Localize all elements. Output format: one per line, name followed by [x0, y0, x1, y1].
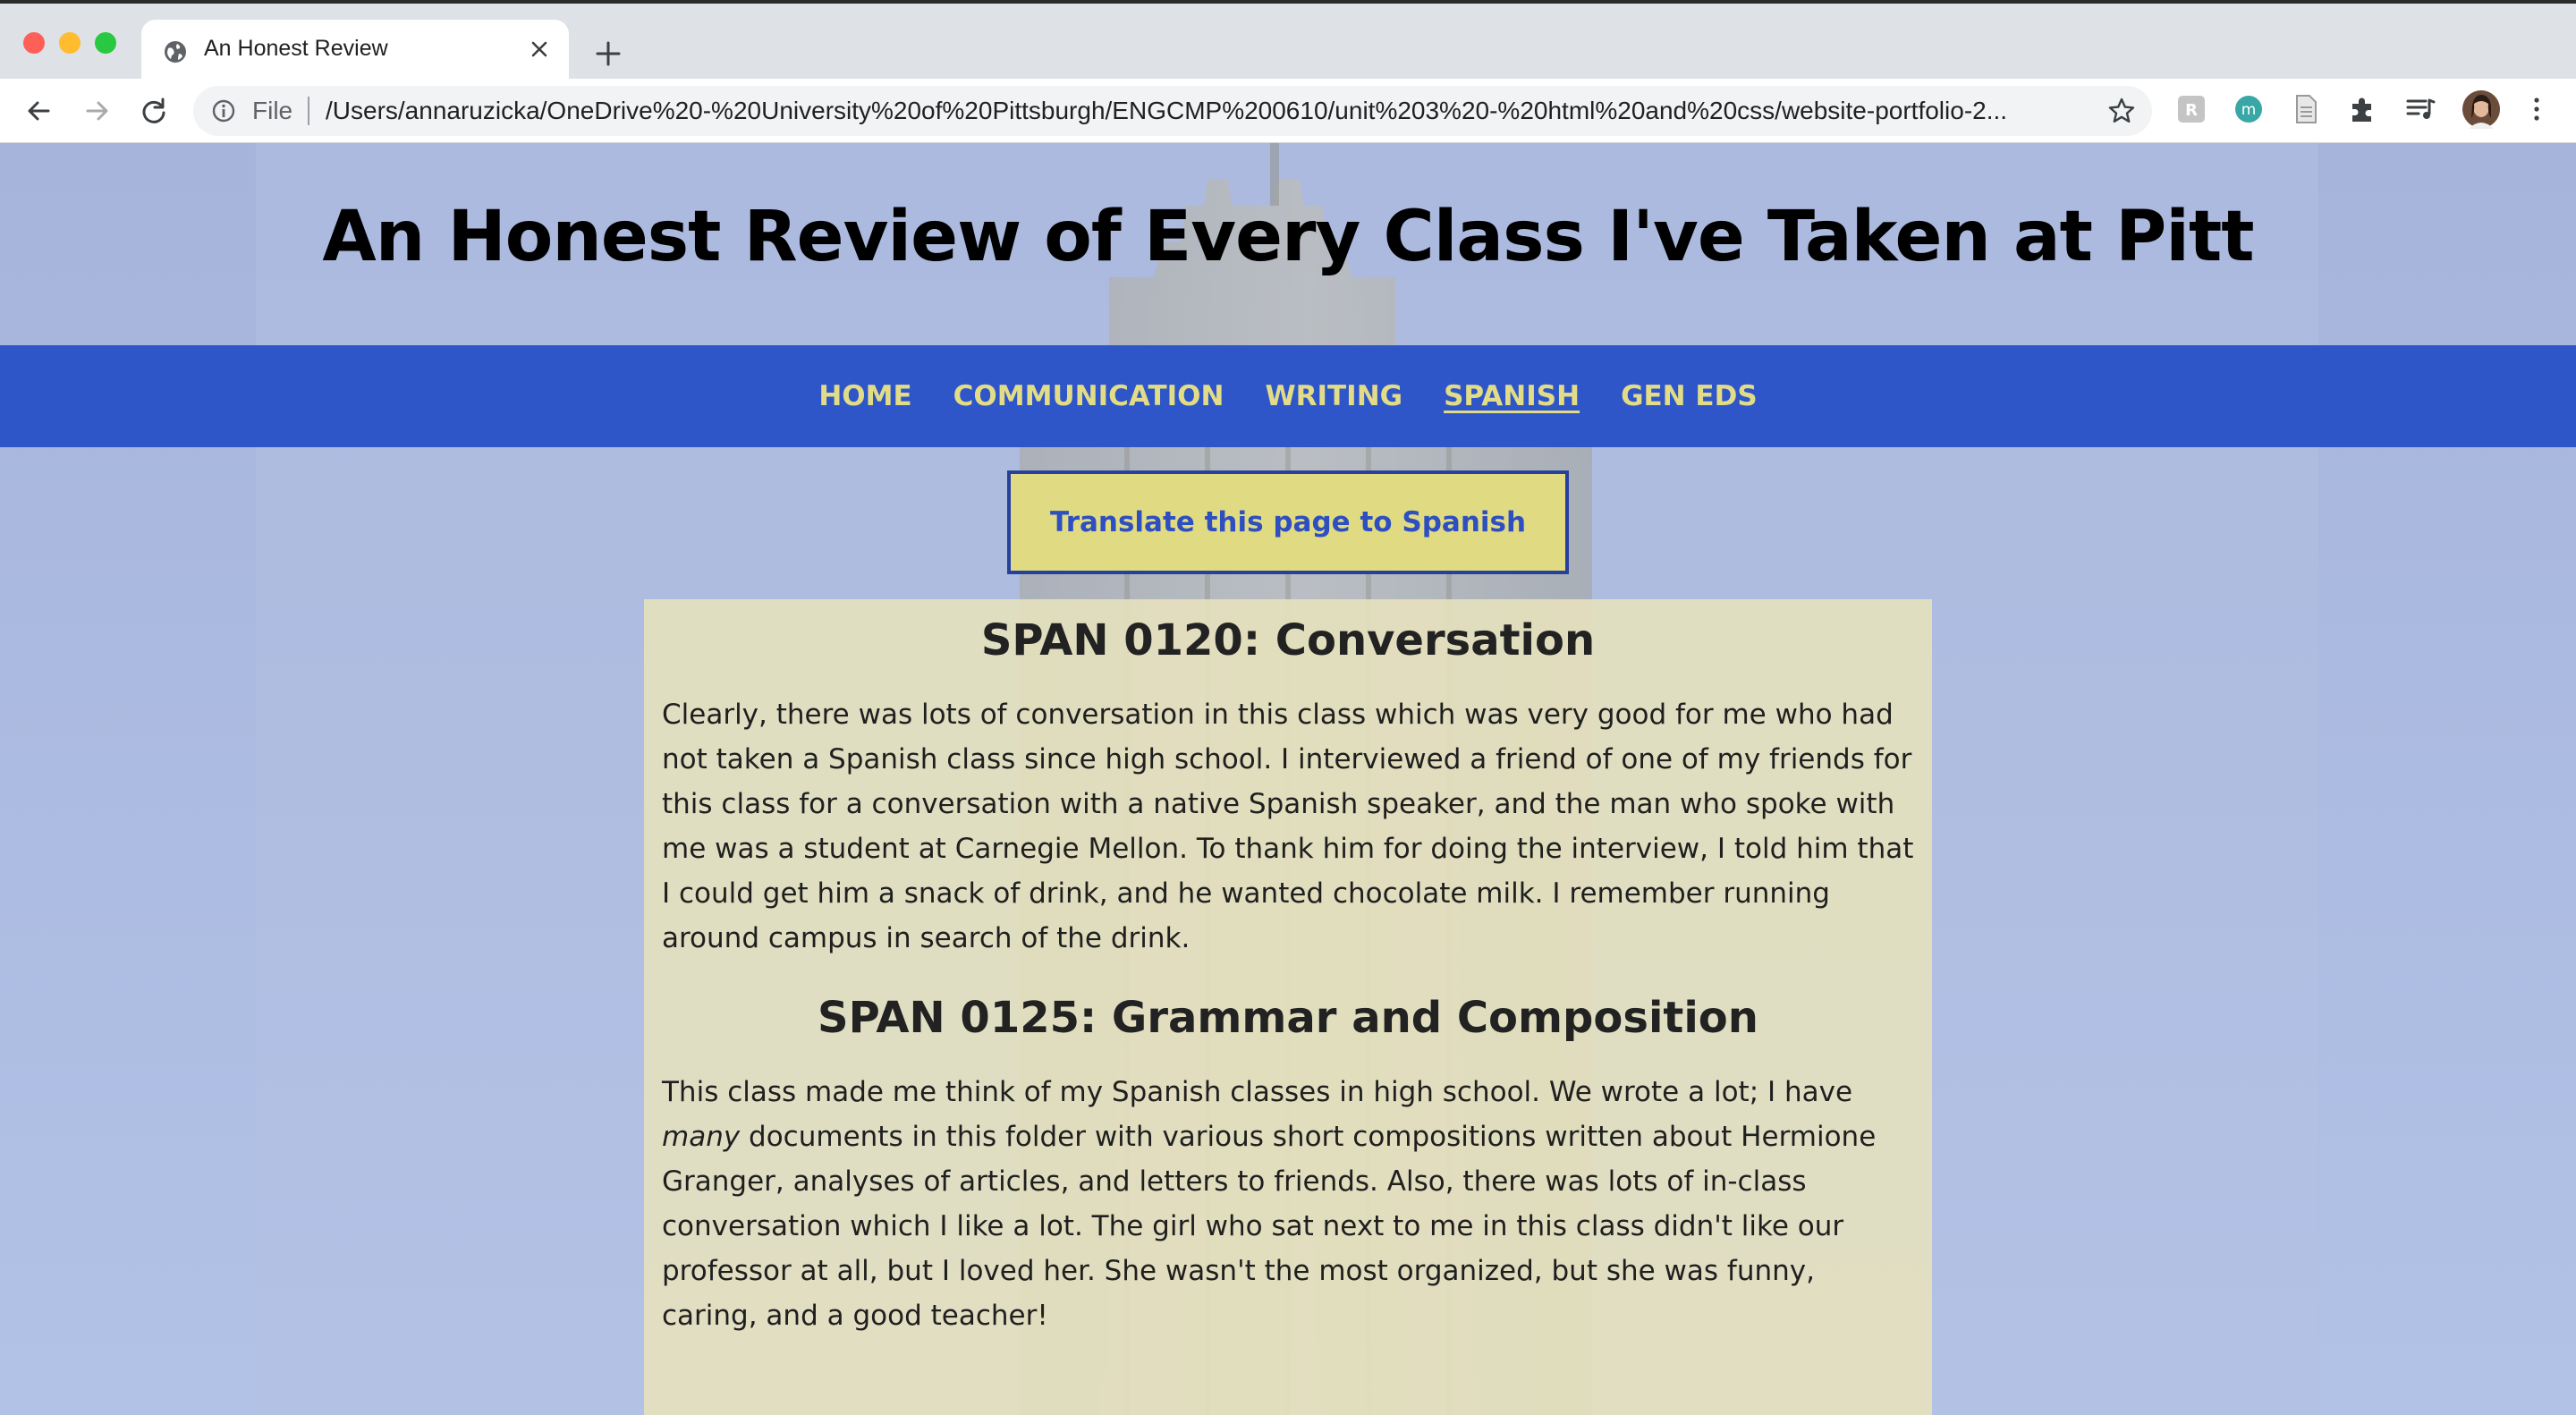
browser-tab[interactable]: An Honest Review [141, 20, 569, 82]
back-arrow-icon[interactable] [21, 93, 57, 129]
site-title: An Honest Review of Every Class I've Tak… [322, 197, 2254, 277]
section-heading: SPAN 0120: Conversation [980, 615, 1596, 665]
reload-icon[interactable] [136, 93, 172, 129]
svg-text:R: R [2185, 101, 2198, 120]
fullscreen-window-button[interactable] [95, 32, 116, 54]
body-text: This class made me think of my Spanish c… [662, 1076, 1853, 1108]
nav-link-spanish[interactable]: SPANISH [1444, 380, 1580, 412]
svg-text:m: m [2241, 101, 2257, 119]
translate-extension-icon[interactable]: R [2175, 93, 2207, 125]
nav-link-gen-eds[interactable]: GEN EDS [1621, 380, 1758, 412]
section-body: This class made me think of my Spanish c… [662, 1070, 1914, 1338]
section-heading: SPAN 0125: Grammar and Composition [818, 993, 1758, 1043]
tab-title: An Honest Review [204, 36, 388, 61]
profile-avatar[interactable] [2462, 89, 2501, 129]
browser-tab-strip: An Honest Review [0, 0, 2576, 82]
info-icon[interactable] [211, 98, 236, 123]
nav-link-communication[interactable]: COMMUNICATION [953, 380, 1224, 412]
address-separator [308, 97, 309, 125]
nav-link-home[interactable]: HOME [818, 380, 911, 412]
address-bar[interactable]: File /Users/annaruzicka/OneDrive%20-%20U… [193, 86, 2152, 136]
close-tab-icon[interactable] [526, 36, 553, 63]
document-extension-icon[interactable] [2290, 93, 2322, 125]
m-extension-icon[interactable]: m [2233, 93, 2265, 125]
url-text[interactable]: /Users/annaruzicka/OneDrive%20-%20Univer… [326, 97, 2084, 125]
forward-arrow-icon[interactable] [79, 93, 114, 129]
body-text: documents in this folder with various sh… [662, 1121, 1877, 1332]
minimize-window-button[interactable] [59, 32, 80, 54]
translate-page-button[interactable]: Translate this page to Spanish [1007, 470, 1569, 574]
emphasized-text: many [662, 1121, 741, 1153]
more-menu-icon[interactable] [2521, 93, 2553, 125]
main-navigation: HOME COMMUNICATION WRITING SPANISH GEN E… [0, 345, 2576, 447]
file-scheme-label: File [252, 97, 293, 124]
media-queue-icon[interactable] [2404, 93, 2436, 125]
close-window-button[interactable] [23, 32, 45, 54]
puzzle-icon[interactable] [2347, 93, 2379, 125]
content-panel: SPAN 0120: Conversation Clearly, there w… [644, 599, 1932, 1415]
new-tab-icon[interactable] [590, 36, 626, 72]
globe-icon [165, 41, 186, 63]
nav-link-writing[interactable]: WRITING [1265, 380, 1402, 412]
bookmark-star-icon[interactable] [2107, 97, 2136, 125]
section-body: Clearly, there was lots of conversation … [662, 699, 1914, 954]
page-viewport: An Honest Review of Every Class I've Tak… [0, 143, 2576, 1415]
